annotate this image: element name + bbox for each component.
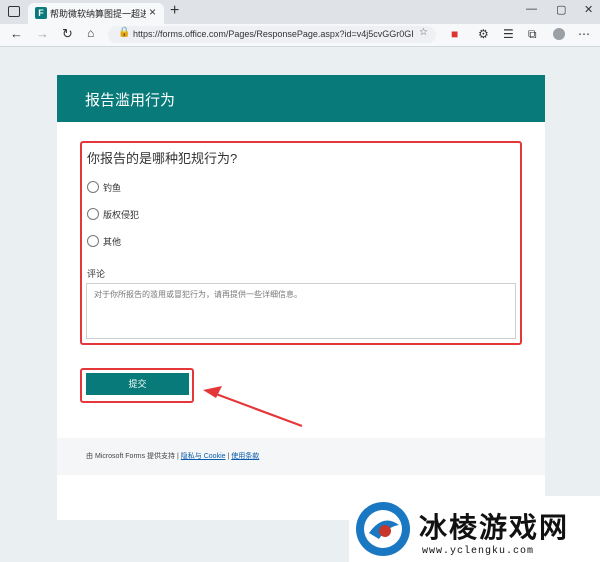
watermark-url: www.yclengku.com bbox=[422, 546, 535, 557]
annotation-arrow-icon bbox=[203, 386, 303, 428]
watermark-logo-icon bbox=[356, 502, 410, 556]
watermark-text: 冰棱游戏网 bbox=[419, 511, 570, 544]
watermark: 冰棱游戏网 www.yclengku.com bbox=[349, 496, 600, 562]
